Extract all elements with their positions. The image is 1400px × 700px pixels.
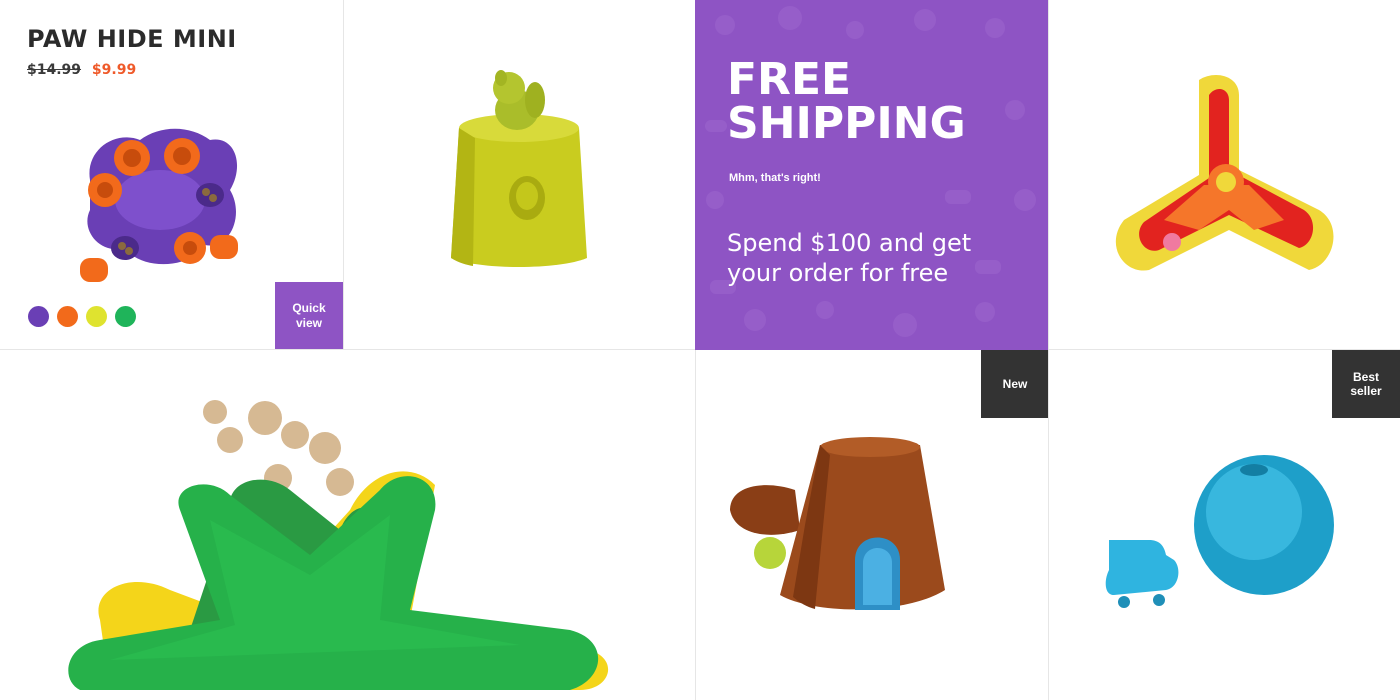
product-card-stump-house[interactable]: New — [695, 350, 1048, 700]
swatch-green[interactable] — [115, 306, 136, 327]
stump-house-image[interactable] — [725, 435, 985, 620]
product-card-star-puzzle[interactable] — [0, 350, 695, 700]
stump-toy-image[interactable] — [439, 68, 599, 273]
promo-headline: FREE SHIPPING — [727, 54, 966, 149]
product-card-stump-toy[interactable] — [344, 0, 695, 349]
product-title[interactable]: PAW HIDE MINI — [27, 25, 237, 53]
spinner-toy-image[interactable] — [1104, 70, 1344, 280]
original-price: $14.99 — [27, 62, 82, 78]
quick-view-button[interactable]: Quick view — [275, 282, 343, 349]
product-card-blue-ball[interactable]: Best seller — [1049, 350, 1400, 700]
new-badge: New — [981, 350, 1048, 418]
paw-toy-image[interactable] — [70, 120, 250, 295]
price-row: $14.99 $9.99 — [27, 62, 136, 78]
sale-price: $9.99 — [91, 62, 137, 78]
color-swatches — [28, 306, 136, 327]
promo-body: Spend $100 and get your order for free — [727, 229, 972, 287]
free-shipping-promo[interactable]: FREE SHIPPING Mhm, that's right! Spend $… — [695, 0, 1048, 350]
best-seller-badge: Best seller — [1332, 350, 1400, 418]
star-puzzle-image[interactable] — [50, 390, 630, 700]
swatch-yellow[interactable] — [86, 306, 107, 327]
product-card-paw-hide-mini[interactable]: PAW HIDE MINI $14.99 $9.99 Quick view — [0, 0, 343, 349]
blue-ball-image[interactable] — [1104, 450, 1354, 610]
swatch-orange[interactable] — [57, 306, 78, 327]
swatch-purple[interactable] — [28, 306, 49, 327]
promo-subline: Mhm, that's right! — [729, 172, 821, 184]
product-card-spinner-toy[interactable] — [1049, 0, 1400, 349]
